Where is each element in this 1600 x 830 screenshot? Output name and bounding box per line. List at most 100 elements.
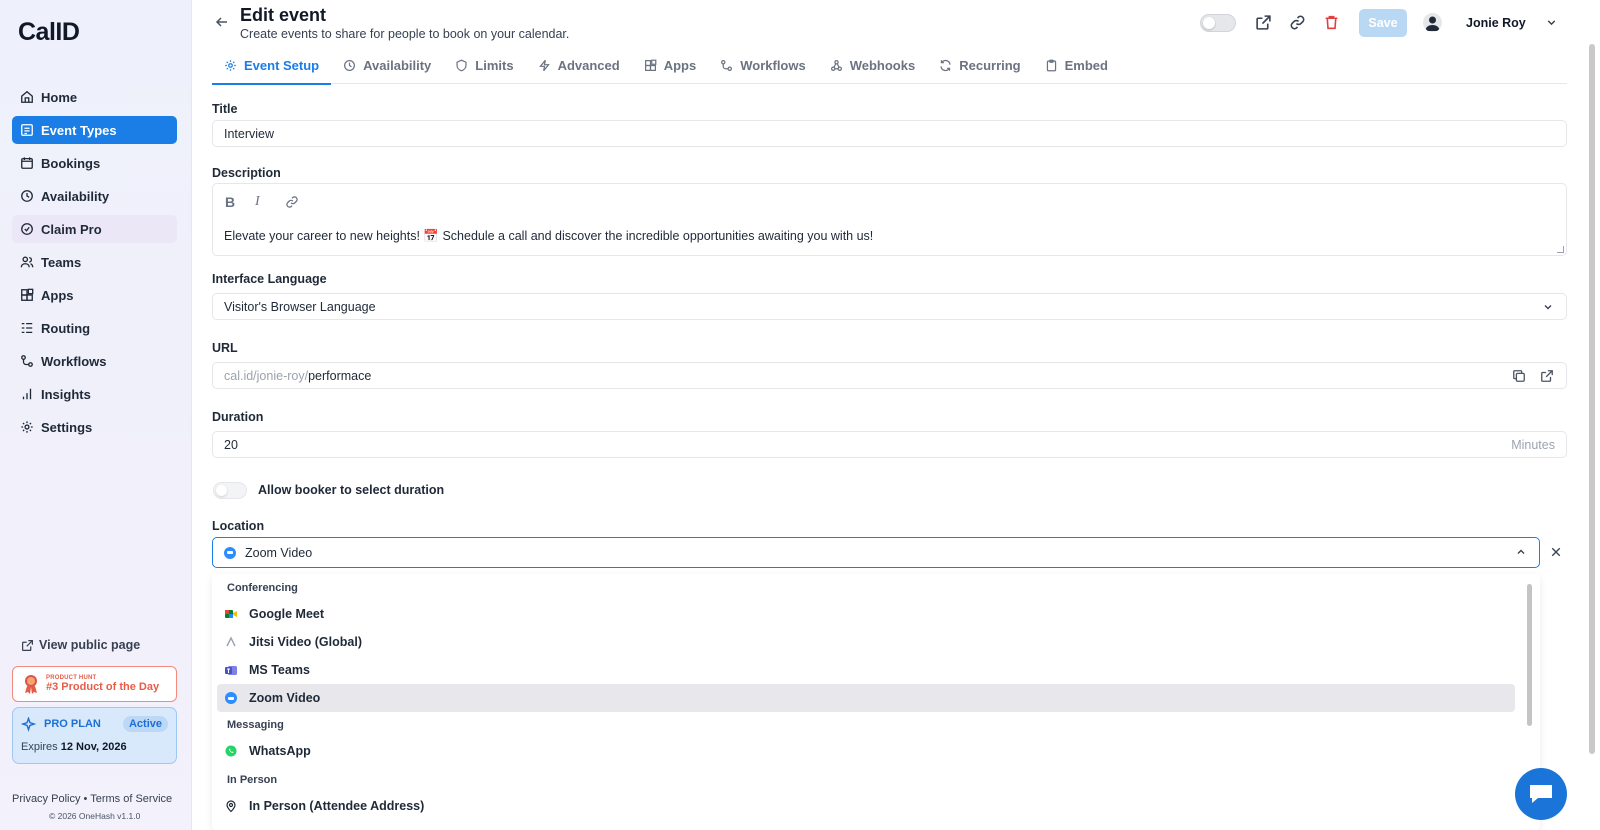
sidebar-item-label: Workflows [41,353,107,369]
option-google-meet[interactable]: Google Meet [217,600,1515,628]
group-label-conferencing: Conferencing [227,582,298,594]
tab-event-setup[interactable]: Event Setup [212,46,332,85]
sidebar-item-claim-pro[interactable]: Claim Pro [12,215,177,243]
tab-embed[interactable]: Embed [1033,46,1120,84]
option-ms-teams[interactable]: MS Teams [217,656,1515,684]
sidebar-item-label: Apps [41,287,74,303]
product-hunt-badge[interactable]: PRODUCT HUNT #3 Product of the Day [12,666,177,702]
location-value: Zoom Video [245,545,313,560]
jitsi-icon [226,636,236,647]
dropdown-scrollbar[interactable] [1527,584,1532,726]
option-zoom-video[interactable]: Zoom Video [217,684,1515,712]
sidebar-item-insights[interactable]: Insights [12,380,177,408]
avatar[interactable] [1423,13,1442,32]
whatsapp-icon [225,745,237,757]
logo[interactable]: CalID [18,18,80,47]
group-label-messaging: Messaging [227,719,284,731]
resize-handle[interactable] [1557,246,1564,253]
description-label: Description [212,166,281,180]
chevron-down-icon[interactable] [1545,16,1558,29]
copy-icon[interactable] [1512,369,1526,383]
external-link-icon[interactable] [1540,369,1554,383]
sidebar-item-availability[interactable]: Availability [12,182,177,210]
tab-label: Limits [475,57,514,73]
sidebar-item-label: Teams [41,254,82,270]
link-icon[interactable] [285,193,315,211]
duration-label: Duration [212,410,264,424]
url-input[interactable]: cal.id/jonie-roy/performace [212,362,1567,389]
users-icon [20,256,34,268]
save-button[interactable]: Save [1359,9,1407,37]
shield-icon [456,59,467,71]
tab-label: Event Setup [244,57,320,73]
ms-teams-icon [225,666,237,675]
page-scrollbar[interactable] [1589,44,1595,754]
external-link-icon [22,639,33,651]
chevron-up-icon [1517,549,1525,554]
sidebar-item-home[interactable]: Home [12,83,177,111]
zoom-icon [224,546,236,559]
expires-label: Expires [21,741,58,753]
sidebar-item-routing[interactable]: Routing [12,314,177,342]
allow-duration-toggle[interactable] [213,482,247,499]
sidebar-item-apps[interactable]: Apps [12,281,177,309]
option-jitsi-video[interactable]: Jitsi Video (Global) [217,628,1515,656]
tab-apps[interactable]: Apps [632,46,709,84]
user-name[interactable]: Jonie Roy [1466,16,1526,30]
close-icon[interactable] [1550,546,1562,558]
sidebar-item-label: Bookings [41,155,101,171]
footer-links[interactable]: Privacy Policy • Terms of Service [12,793,172,805]
sidebar-item-event-types[interactable]: Event Types [12,116,177,144]
chat-support-button[interactable] [1515,768,1567,820]
pro-plan-row: PRO PLAN Active [21,716,168,732]
sidebar-item-settings[interactable]: Settings [12,413,177,441]
option-in-person-attendee[interactable]: In Person (Attendee Address) [217,792,1515,820]
tab-limits[interactable]: Limits [443,46,525,84]
back-arrow-icon[interactable] [214,14,230,30]
duration-input[interactable]: 20 Minutes [212,431,1567,458]
badge-icon [21,223,33,235]
tab-workflows[interactable]: Workflows [708,46,818,84]
title-input[interactable]: Interview [212,120,1567,147]
title-label: Title [212,102,238,116]
tab-label: Embed [1064,57,1108,73]
language-select[interactable]: Visitor's Browser Language [212,293,1567,320]
sidebar-item-label: Availability [41,188,110,204]
sidebar-item-bookings[interactable]: Bookings [12,149,177,177]
clock-icon [21,190,33,202]
chat-icon [1530,785,1552,803]
trash-icon[interactable] [1323,14,1340,31]
external-link-icon[interactable] [1255,14,1272,31]
pro-plan-card: PRO PLAN Active Expires 12 Nov, 2026 [12,707,177,764]
view-public-label: View public page [39,638,141,652]
language-label: Interface Language [212,272,327,286]
clipboard-icon [1046,59,1056,71]
home-icon [21,90,33,103]
plan-expiry: Expires 12 Nov, 2026 [21,741,168,753]
option-label: In Person (Attendee Address) [249,799,425,813]
location-select[interactable]: Zoom Video [212,537,1540,568]
description-editor[interactable]: B I Elevate your career to new heights! … [212,183,1567,256]
tab-advanced[interactable]: Advanced [526,46,632,84]
url-slug: performace [308,368,372,383]
hidden-toggle[interactable] [1200,14,1236,32]
tab-recurring[interactable]: Recurring [927,46,1032,84]
option-whatsapp[interactable]: WhatsApp [217,737,1515,765]
bar-chart-icon [22,388,32,400]
tab-availability[interactable]: Availability [331,46,443,84]
italic-icon[interactable]: I [255,193,285,211]
url-label: URL [212,341,238,355]
tab-bar: Event Setup Availability Limits Advanced… [212,46,1567,85]
product-hunt-title: #3 Product of the Day [46,681,160,693]
tab-label: Recurring [959,57,1021,73]
bold-icon[interactable]: B [225,193,255,211]
map-pin-icon [226,800,236,812]
workflows-icon [721,59,733,71]
tab-webhooks[interactable]: Webhooks [818,46,928,84]
sidebar-item-label: Claim Pro [41,221,102,237]
sidebar-item-workflows[interactable]: Workflows [12,347,177,375]
link-icon[interactable] [1289,14,1306,31]
tab-label: Webhooks [849,57,916,73]
sidebar-item-teams[interactable]: Teams [12,248,177,276]
view-public-page-link[interactable]: View public page [21,638,140,652]
